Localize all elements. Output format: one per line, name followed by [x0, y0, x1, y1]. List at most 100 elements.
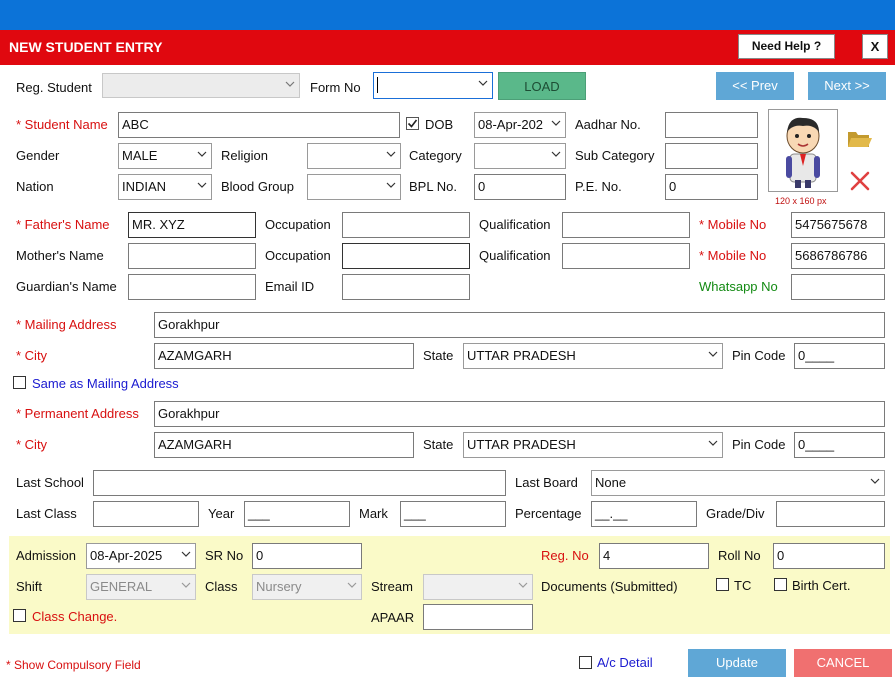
chevron-down-icon	[708, 349, 718, 359]
shift-select[interactable]: GENERAL	[86, 574, 196, 600]
update-button[interactable]: Update	[688, 649, 786, 677]
last-board-label: Last Board	[515, 475, 578, 490]
folder-open-icon[interactable]	[847, 128, 873, 150]
need-help-button[interactable]: Need Help ?	[738, 34, 835, 59]
bpl-input[interactable]: 0	[474, 174, 566, 200]
next-button[interactable]: Next >>	[808, 72, 886, 100]
guardian-name-label: Guardian's Name	[16, 279, 117, 294]
student-photo[interactable]	[768, 109, 838, 192]
cancel-button[interactable]: CANCEL	[794, 649, 892, 677]
tc-checkbox[interactable]	[716, 578, 729, 591]
apaar-input[interactable]	[423, 604, 533, 630]
mailing-pin-label: Pin Code	[732, 348, 786, 363]
mailing-pin-input[interactable]: 0____	[794, 343, 885, 369]
chevron-down-icon	[708, 438, 718, 448]
blood-group-select[interactable]	[307, 174, 401, 200]
chevron-down-icon	[197, 149, 207, 159]
sub-category-input[interactable]	[665, 143, 758, 169]
ac-detail-checkbox[interactable]	[579, 656, 592, 669]
chevron-down-icon	[347, 580, 357, 590]
prev-button[interactable]: << Prev	[716, 72, 794, 100]
sr-no-input[interactable]: 0	[252, 543, 362, 569]
last-board-select[interactable]: None	[591, 470, 885, 496]
ac-detail-label[interactable]: A/c Detail	[597, 655, 653, 671]
permanent-pin-input[interactable]: 0____	[794, 432, 885, 458]
nation-select[interactable]: INDIAN	[118, 174, 212, 200]
aadhar-label: Aadhar No.	[575, 117, 641, 132]
father-qualification-input[interactable]	[562, 212, 690, 238]
chevron-down-icon	[285, 79, 295, 89]
same-as-mailing-checkbox[interactable]	[13, 376, 26, 389]
last-class-input[interactable]	[93, 501, 199, 527]
admission-date-value: 08-Apr-2025	[90, 548, 163, 563]
birth-cert-checkbox[interactable]	[774, 578, 787, 591]
chevron-down-icon	[551, 118, 561, 128]
last-school-input[interactable]	[93, 470, 506, 496]
chevron-down-icon	[478, 78, 488, 88]
father-qualification-label: Qualification	[479, 217, 551, 232]
mother-name-input[interactable]	[128, 243, 256, 269]
stream-select[interactable]	[423, 574, 533, 600]
mailing-state-select[interactable]: UTTAR PRADESH	[463, 343, 723, 369]
father-occupation-input[interactable]	[342, 212, 470, 238]
delete-photo-icon[interactable]	[849, 170, 871, 192]
mother-mobile-label: * Mobile No	[699, 248, 767, 263]
window-top-bar	[0, 0, 895, 30]
close-button[interactable]: X	[862, 34, 888, 59]
percentage-input[interactable]: __.__	[591, 501, 697, 527]
roll-no-input[interactable]: 0	[773, 543, 885, 569]
mother-mobile-input[interactable]: 5686786786	[791, 243, 885, 269]
mailing-city-label: * City	[16, 348, 48, 363]
grade-input[interactable]	[776, 501, 885, 527]
whatsapp-input[interactable]	[791, 274, 885, 300]
stream-label: Stream	[371, 579, 413, 594]
mother-name-label: Mother's Name	[16, 248, 104, 263]
permanent-city-input[interactable]: AZAMGARH	[154, 432, 414, 458]
student-name-input[interactable]: ABC	[118, 112, 400, 138]
same-as-mailing-label[interactable]: Same as Mailing Address	[32, 376, 179, 392]
mailing-city-input[interactable]: AZAMGARH	[154, 343, 414, 369]
student-avatar-icon	[786, 117, 820, 188]
permanent-address-input[interactable]: Gorakhpur	[154, 401, 885, 427]
mailing-address-input[interactable]: Gorakhpur	[154, 312, 885, 338]
father-mobile-input[interactable]: 5475675678	[791, 212, 885, 238]
load-button[interactable]: LOAD	[498, 72, 586, 100]
mark-input[interactable]: ___	[400, 501, 506, 527]
aadhar-input[interactable]	[665, 112, 758, 138]
permanent-address-label: * Permanent Address	[16, 406, 139, 421]
reg-student-select[interactable]	[102, 73, 300, 98]
form-no-select[interactable]	[373, 72, 493, 99]
year-input[interactable]: ___	[244, 501, 350, 527]
documents-label: Documents (Submitted)	[541, 579, 678, 594]
dob-label: DOB	[425, 117, 454, 132]
gender-select[interactable]: MALE	[118, 143, 212, 169]
class-select[interactable]: Nursery	[252, 574, 362, 600]
mother-occupation-input[interactable]	[342, 243, 470, 269]
religion-select[interactable]	[307, 143, 401, 169]
mailing-state-label: State	[423, 348, 454, 363]
reg-no-input[interactable]: 4	[599, 543, 709, 569]
email-input[interactable]	[342, 274, 470, 300]
class-change-checkbox[interactable]	[13, 609, 26, 622]
dob-select[interactable]: 08-Apr-202	[474, 112, 566, 138]
pe-input[interactable]: 0	[665, 174, 758, 200]
category-select[interactable]	[474, 143, 566, 169]
last-school-label: Last School	[16, 475, 84, 490]
father-name-input[interactable]: MR. XYZ	[128, 212, 256, 238]
dob-checkbox[interactable]	[406, 117, 419, 130]
form-no-label: Form No	[310, 80, 361, 95]
percentage-label: Percentage	[515, 506, 582, 521]
chevron-down-icon	[386, 149, 396, 159]
permanent-state-select[interactable]: UTTAR PRADESH	[463, 432, 723, 458]
category-label: Category	[409, 148, 462, 163]
text-cursor	[377, 77, 378, 93]
gender-label: Gender	[16, 148, 60, 163]
photo-size-note: 120 x 160 px	[775, 196, 827, 206]
religion-label: Religion	[221, 148, 268, 163]
guardian-name-input[interactable]	[128, 274, 256, 300]
last-class-label: Last Class	[16, 506, 77, 521]
chevron-down-icon	[386, 180, 396, 190]
blood-group-label: Blood Group	[221, 179, 294, 194]
mother-qualification-input[interactable]	[562, 243, 690, 269]
admission-date-select[interactable]: 08-Apr-2025	[86, 543, 196, 569]
